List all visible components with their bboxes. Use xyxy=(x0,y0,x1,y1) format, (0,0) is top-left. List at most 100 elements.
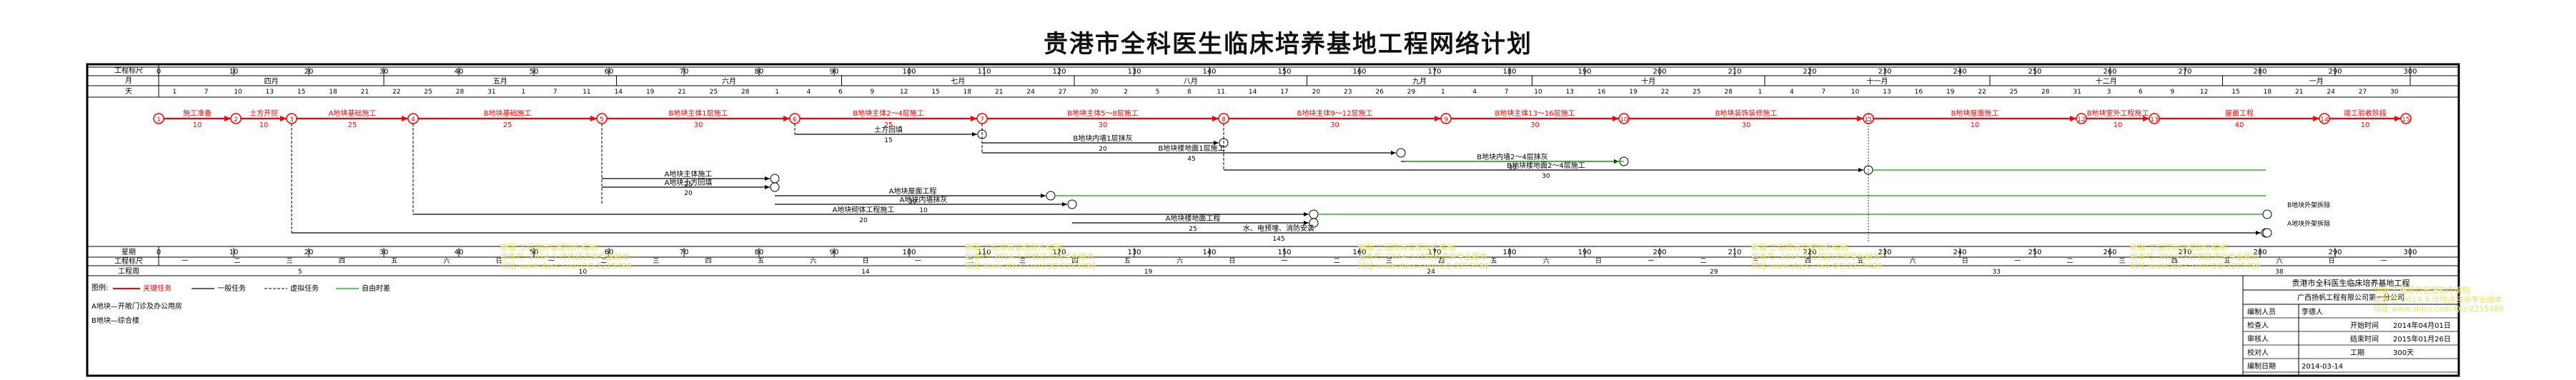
day-label: 31 xyxy=(2073,89,2081,96)
critical-task-duration: 10 xyxy=(2361,121,2370,129)
weekday-label: 二 xyxy=(2066,258,2073,265)
task-node xyxy=(1309,209,1319,219)
day-label: 30 xyxy=(1090,89,1099,96)
day-label: 7 xyxy=(553,89,558,96)
critical-task-name: B地块主体2～4层施工 xyxy=(853,109,924,118)
day-label: 9 xyxy=(2170,89,2174,96)
title-block-key: 编制日期 xyxy=(2247,361,2276,371)
title-block-value: 李德人 xyxy=(2302,307,2323,316)
critical-node-number: 12 xyxy=(2077,116,2085,124)
day-label: 1 xyxy=(775,89,779,96)
task-duration: 20 xyxy=(684,190,693,197)
day-label: 21 xyxy=(678,89,685,96)
title-block-key2: 工期 xyxy=(2350,349,2364,357)
week-number: 19 xyxy=(1144,269,1153,276)
day-label: 6 xyxy=(2139,89,2143,96)
weekday-label: 六 xyxy=(1176,256,1183,265)
task-node xyxy=(1046,191,1056,201)
task-duration: 10 xyxy=(919,207,928,214)
week-number: 29 xyxy=(1710,269,1718,276)
critical-arrowhead xyxy=(280,116,287,121)
footer-label-week: 星期 xyxy=(122,248,136,256)
weekday-label: 二 xyxy=(234,258,240,265)
task-duration: 15 xyxy=(884,137,892,144)
title-block-value2: 2015年01月26日 xyxy=(2393,334,2451,344)
day-label: 19 xyxy=(646,89,655,96)
critical-arrowhead xyxy=(1435,116,1441,121)
day-label: 1 xyxy=(1441,89,1445,96)
critical-node-number: 6 xyxy=(793,116,797,124)
day-label: 18 xyxy=(963,89,972,96)
week-number: 14 xyxy=(861,269,870,276)
day-label: 13 xyxy=(1883,89,1891,96)
task-arrowhead xyxy=(1304,212,1309,216)
day-label: 3 xyxy=(2107,89,2111,96)
day-label: 19 xyxy=(1629,89,1638,96)
day-label: 27 xyxy=(2359,89,2367,96)
end-task-name: B地块外架拆除 xyxy=(2287,201,2330,209)
day-label: 2 xyxy=(1124,89,1128,96)
watermark: 新版 工程项目管理软件编制 版本号: 2014.3 详情请咨询专业版本 网址:w… xyxy=(500,243,632,271)
title-block-key2: 开始时间 xyxy=(2350,321,2379,330)
day-label: 12 xyxy=(900,89,908,96)
task-duration: 145 xyxy=(1272,236,1284,243)
day-label: 10 xyxy=(234,89,242,96)
task-arrowhead xyxy=(1062,202,1067,206)
critical-node-number: 9 xyxy=(1444,116,1448,124)
legend-critical-text: 关键任务 xyxy=(143,284,172,293)
legend-virtual-text: 虚拟任务 xyxy=(290,284,319,293)
legend-label: 图例: xyxy=(91,283,108,292)
weekday-label: 六 xyxy=(443,256,450,265)
task-name: B地块楼地面1层施工 xyxy=(1158,144,1224,153)
task-arrowhead xyxy=(1391,151,1396,155)
title-block-value2: 2014年04月01日 xyxy=(2393,321,2451,330)
task-arrowhead xyxy=(1858,168,1863,172)
month-label: 七月 xyxy=(951,77,965,86)
day-label: 8 xyxy=(1187,89,1192,96)
network-diagram: 工程标尺月天0010102020303040405050606070708080… xyxy=(86,63,2460,377)
legend-normal-text: 一般任务 xyxy=(217,284,246,293)
task-duration: 20 xyxy=(859,217,868,224)
month-label: 一月 xyxy=(2309,77,2324,86)
day-label: 26 xyxy=(1375,89,1384,96)
critical-arrowhead xyxy=(224,116,231,121)
month-label: 十一月 xyxy=(1867,76,1888,86)
weekday-label: 日 xyxy=(1229,257,1235,265)
critical-task-name: 竣工验收阶段 xyxy=(2344,109,2387,118)
task-name: A地块土方回填 xyxy=(665,178,713,187)
day-label: 24 xyxy=(1026,89,1035,96)
weekday-label: 四 xyxy=(705,258,712,265)
task-name: 土方回填 xyxy=(874,125,903,134)
weekday-label: 三 xyxy=(287,258,293,265)
scale-label-day: 天 xyxy=(125,88,132,96)
critical-arrowhead xyxy=(1212,116,1219,121)
weekday-label: 一 xyxy=(182,258,188,265)
critical-task-name: B地块主体1层施工 xyxy=(668,109,728,118)
end-task-name: A地块外架拆除 xyxy=(2287,219,2330,228)
footer-label-weeks: 工程周 xyxy=(118,267,139,276)
weekday-label: 三 xyxy=(653,258,659,265)
weekday-label: 一 xyxy=(2381,258,2387,265)
critical-task-name: 屋面工程 xyxy=(2225,109,2254,118)
end-node xyxy=(2262,209,2272,219)
weekday-label: 日 xyxy=(2329,257,2335,265)
day-label: 10 xyxy=(1851,89,1860,96)
critical-task-duration: 10 xyxy=(193,121,202,129)
day-label: 5 xyxy=(1156,89,1160,96)
day-label: 22 xyxy=(392,89,400,96)
task-name: A地块屋面工程 xyxy=(889,186,937,196)
end-node xyxy=(2262,228,2272,238)
critical-node-number: 14 xyxy=(2320,116,2329,124)
weekday-label: 五 xyxy=(1124,258,1131,265)
critical-arrowhead xyxy=(402,116,408,121)
day-label: 28 xyxy=(2041,89,2050,96)
title-block-key: 审核人 xyxy=(2247,334,2269,344)
weekday-label: 一 xyxy=(1648,258,1654,265)
day-label: 21 xyxy=(361,89,369,96)
watermark: 新版 工程项目管理软件编制 版本号: 2014.3 详情请咨询专业版本 网址:w… xyxy=(965,243,1096,271)
task-duration: 20 xyxy=(1099,146,1107,153)
legend-float-text: 自由时差 xyxy=(362,284,390,293)
watermark: 新版 工程项目管理软件编制 版本号: 2014.3 详情请咨询专业版本 网址:w… xyxy=(1358,243,1490,271)
weekday-label: 三 xyxy=(2119,258,2126,265)
critical-arrowhead xyxy=(783,116,790,121)
